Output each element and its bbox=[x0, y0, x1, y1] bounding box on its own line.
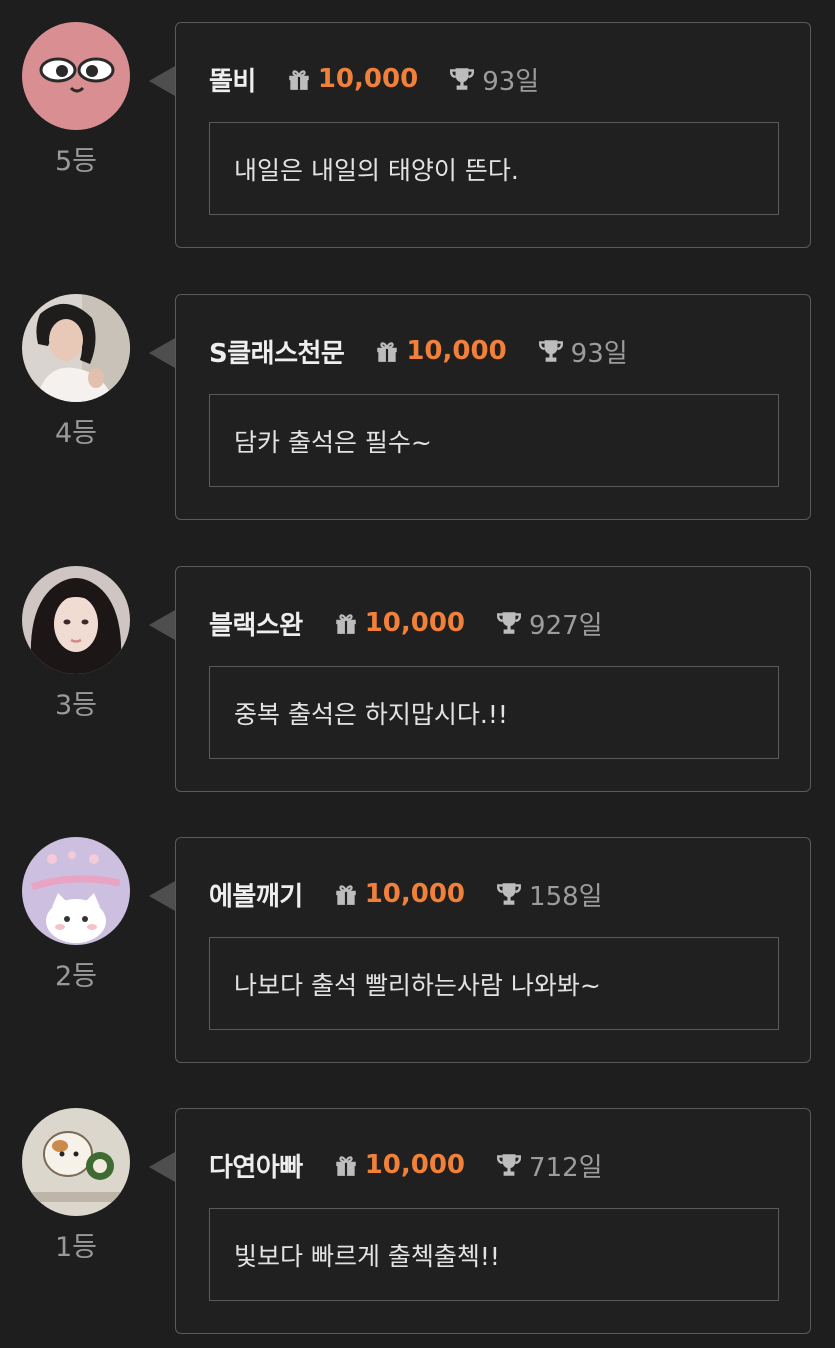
ranking-entry: 4등 S클래스천문 10,000 93일 담카 출석은 필수~ bbox=[0, 294, 835, 522]
trophy-icon bbox=[495, 1152, 523, 1178]
trophy-icon bbox=[448, 66, 476, 92]
comment-meta: 다연아빠 10,000 712일 bbox=[209, 1145, 603, 1185]
ranking-entry: 3등 블랙스완 10,000 927일 중복 출석은 하지맙시다.!! bbox=[0, 566, 835, 794]
gift-amount: 10,000 bbox=[406, 336, 507, 366]
attendance-days: 158일 bbox=[529, 881, 603, 912]
gift-icon bbox=[333, 881, 359, 907]
comment-meta: 블랙스완 10,000 927일 bbox=[209, 603, 603, 643]
comment-message: 빛보다 빠르게 출첵출첵!! bbox=[209, 1208, 779, 1301]
nickname[interactable]: 블랙스완 bbox=[209, 605, 303, 642]
avatar[interactable] bbox=[22, 566, 130, 674]
avatar[interactable] bbox=[22, 22, 130, 130]
attendance-days: 712일 bbox=[529, 1152, 603, 1183]
avatar-image bbox=[22, 837, 130, 945]
gift-icon bbox=[286, 66, 312, 92]
nickname[interactable]: 에볼깨기 bbox=[209, 876, 303, 913]
speech-pointer bbox=[149, 66, 175, 96]
nickname[interactable]: 다연아빠 bbox=[209, 1147, 303, 1184]
comment-message: 내일은 내일의 태양이 뜬다. bbox=[209, 122, 779, 215]
avatar[interactable] bbox=[22, 1108, 130, 1216]
comment-card: 똘비 10,000 93일 내일은 내일의 태양이 뜬다. bbox=[175, 22, 811, 248]
rank-label: 4등 bbox=[54, 418, 98, 449]
avatar-image bbox=[22, 1108, 130, 1216]
comment-card: 에볼깨기 10,000 158일 나보다 출석 빨리하는사람 나와봐~ bbox=[175, 837, 811, 1063]
attendance-ranking-list: 5등 똘비 10,000 93일 내일은 내일의 태양이 뜬다. 4등 S클래스… bbox=[0, 0, 835, 1348]
avatar[interactable] bbox=[22, 294, 130, 402]
comment-card: 다연아빠 10,000 712일 빛보다 빠르게 출첵출첵!! bbox=[175, 1108, 811, 1334]
comment-message: 중복 출석은 하지맙시다.!! bbox=[209, 666, 779, 759]
comment-message: 나보다 출석 빨리하는사람 나와봐~ bbox=[209, 937, 779, 1030]
gift-amount: 10,000 bbox=[317, 64, 419, 94]
avatar-image bbox=[22, 22, 130, 130]
comment-card: S클래스천문 10,000 93일 담카 출석은 필수~ bbox=[175, 294, 811, 520]
attendance-days: 93일 bbox=[482, 66, 540, 97]
trophy-icon bbox=[495, 610, 523, 636]
speech-pointer bbox=[149, 338, 175, 368]
avatar-image bbox=[22, 294, 130, 402]
gift-icon bbox=[333, 610, 359, 636]
gift-amount: 10,000 bbox=[364, 608, 466, 638]
avatar-image bbox=[22, 566, 130, 674]
comment-meta: S클래스천문 10,000 93일 bbox=[209, 331, 628, 371]
rank-label: 2등 bbox=[54, 961, 98, 992]
nickname[interactable]: S클래스천문 bbox=[209, 333, 345, 370]
ranking-entry: 1등 다연아빠 10,000 712일 빛보다 빠르게 출첵출첵!! bbox=[0, 1108, 835, 1336]
comment-meta: 똘비 10,000 93일 bbox=[209, 59, 539, 99]
gift-icon bbox=[333, 1152, 359, 1178]
trophy-icon bbox=[495, 881, 523, 907]
comment-meta: 에볼깨기 10,000 158일 bbox=[209, 874, 603, 914]
speech-pointer bbox=[149, 610, 175, 640]
ranking-entry: 2등 에볼깨기 10,000 158일 나보다 출석 빨리하는사람 나와봐~ bbox=[0, 837, 835, 1065]
speech-pointer bbox=[149, 1152, 175, 1182]
avatar[interactable] bbox=[22, 837, 130, 945]
gift-amount: 10,000 bbox=[364, 879, 466, 909]
comment-card: 블랙스완 10,000 927일 중복 출석은 하지맙시다.!! bbox=[175, 566, 811, 792]
attendance-days: 927일 bbox=[529, 610, 603, 641]
rank-label: 5등 bbox=[54, 146, 98, 177]
rank-label: 1등 bbox=[54, 1232, 98, 1263]
rank-label: 3등 bbox=[54, 690, 98, 721]
trophy-icon bbox=[537, 338, 565, 364]
nickname[interactable]: 똘비 bbox=[209, 61, 256, 98]
speech-pointer bbox=[149, 881, 175, 911]
gift-amount: 10,000 bbox=[364, 1150, 466, 1180]
comment-message: 담카 출석은 필수~ bbox=[209, 394, 779, 487]
ranking-entry: 5등 똘비 10,000 93일 내일은 내일의 태양이 뜬다. bbox=[0, 22, 835, 250]
gift-icon bbox=[374, 338, 400, 364]
attendance-days: 93일 bbox=[570, 338, 628, 369]
